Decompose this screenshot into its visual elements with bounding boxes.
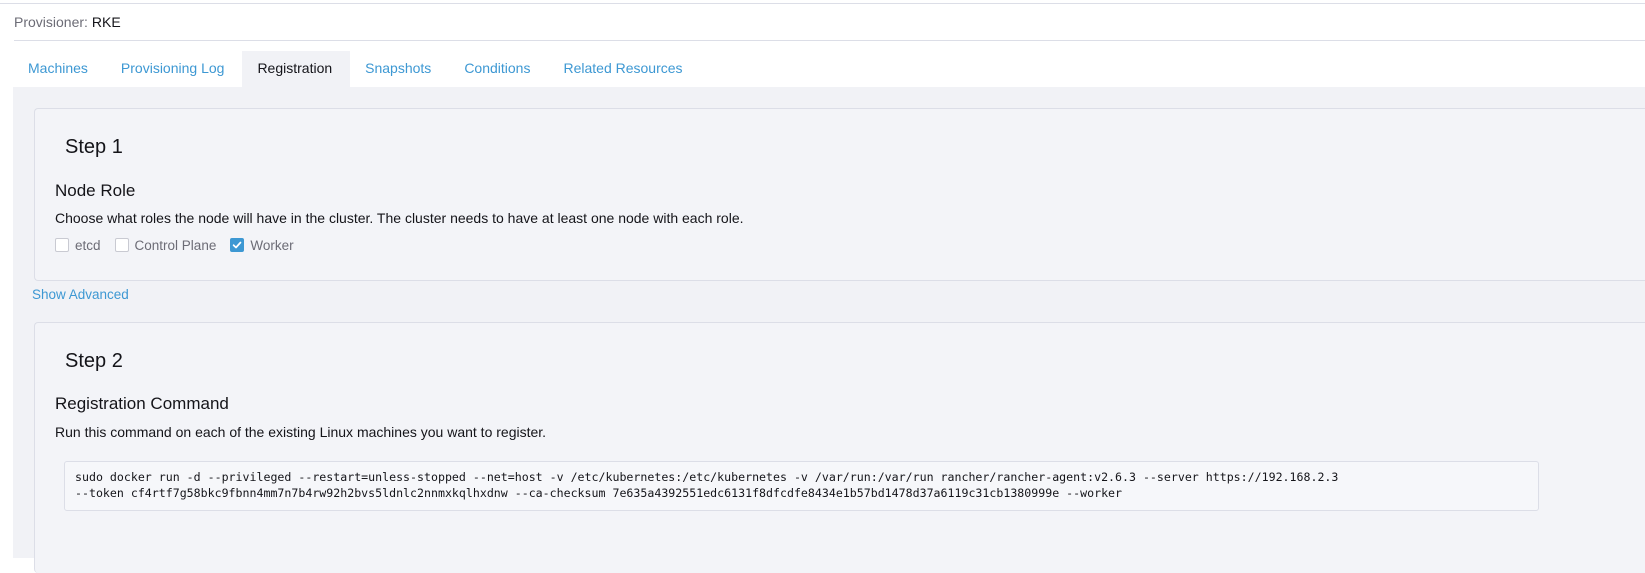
role-worker[interactable]: Worker <box>230 237 294 253</box>
registration-command-box[interactable]: sudo docker run -d --privileged --restar… <box>64 461 1539 511</box>
provisioner-label: Provisioner: <box>14 14 88 30</box>
role-control-plane-label: Control Plane <box>134 237 217 253</box>
command-line-1: sudo docker run -d --privileged --restar… <box>75 470 1339 484</box>
role-worker-label: Worker <box>250 237 294 253</box>
control-plane-checkbox[interactable] <box>114 238 129 252</box>
registration-command-description: Run this command on each of the existing… <box>55 424 547 440</box>
cluster-tabs: Machines Provisioning Log Registration S… <box>13 51 701 87</box>
role-control-plane[interactable]: Control Plane <box>114 237 217 253</box>
command-line-2: --token cf4rtf7g58bkc9fbnn4mm7n7b4rw92h2… <box>75 485 1123 500</box>
node-role-description: Choose what roles the node will have in … <box>55 210 744 226</box>
tab-registration[interactable]: Registration <box>242 51 351 87</box>
registration-command-title: Registration Command <box>55 394 229 413</box>
step1-title: Step 1 <box>65 136 123 158</box>
provisioner-info: Provisioner: RKE <box>14 13 121 31</box>
show-advanced-link[interactable]: Show Advanced <box>32 286 129 304</box>
role-etcd-label: etcd <box>75 237 101 253</box>
provisioner-value: RKE <box>91 14 121 30</box>
step2-card: Step 2 Registration Command Run this com… <box>34 322 1645 573</box>
header-divider <box>14 40 1645 41</box>
node-role-title: Node Role <box>55 181 136 200</box>
step2-title: Step 2 <box>65 350 123 372</box>
tab-conditions[interactable]: Conditions <box>449 51 548 87</box>
etcd-checkbox[interactable] <box>55 238 69 252</box>
role-etcd[interactable]: etcd <box>55 238 101 253</box>
node-role-options: etcd Control Plane Worker <box>55 236 308 254</box>
check-icon <box>233 241 242 249</box>
tab-related-resources[interactable]: Related Resources <box>548 51 700 87</box>
step1-card: Step 1 Node Role Choose what roles the n… <box>34 108 1645 281</box>
worker-checkbox[interactable] <box>230 238 245 252</box>
tab-machines[interactable]: Machines <box>13 51 106 87</box>
top-divider <box>0 3 1645 4</box>
tab-provisioning-log[interactable]: Provisioning Log <box>106 51 243 87</box>
tab-snapshots[interactable]: Snapshots <box>350 51 449 87</box>
registration-panel: Step 1 Node Role Choose what roles the n… <box>13 87 1645 573</box>
